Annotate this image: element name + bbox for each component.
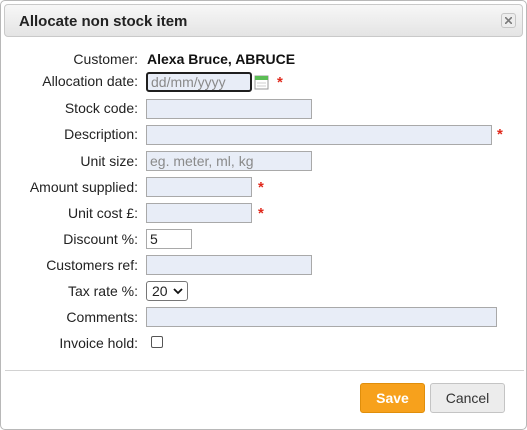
stock-code-label: Stock code: bbox=[64, 100, 138, 116]
allocate-dialog: Allocate non stock item Customer: Alexa … bbox=[0, 0, 527, 430]
discount-label: Discount %: bbox=[63, 231, 138, 247]
close-button[interactable] bbox=[501, 13, 516, 28]
invoice-hold-label: Invoice hold: bbox=[59, 335, 138, 351]
tax-rate-value: 20 bbox=[152, 283, 168, 299]
cancel-button[interactable]: Cancel bbox=[430, 383, 505, 413]
allocation-date-input[interactable] bbox=[146, 72, 252, 92]
dialog-titlebar: Allocate non stock item bbox=[4, 4, 523, 37]
save-button[interactable]: Save bbox=[360, 383, 425, 413]
amount-supplied-input[interactable] bbox=[146, 177, 252, 197]
description-label: Description: bbox=[64, 126, 138, 142]
customer-label: Customer: bbox=[73, 51, 138, 67]
customer-value: Alexa Bruce, ABRUCE bbox=[147, 51, 296, 67]
chevron-down-icon bbox=[173, 288, 183, 295]
close-icon bbox=[505, 17, 512, 24]
required-marker: * bbox=[277, 74, 283, 91]
customers-ref-label: Customers ref: bbox=[46, 257, 138, 273]
comments-label: Comments: bbox=[66, 309, 138, 325]
comments-input[interactable] bbox=[146, 307, 497, 327]
unit-cost-label: Unit cost £: bbox=[67, 205, 138, 221]
required-marker: * bbox=[258, 179, 264, 196]
allocation-date-label: Allocation date: bbox=[42, 73, 138, 89]
calendar-icon[interactable] bbox=[254, 74, 270, 91]
discount-input[interactable] bbox=[146, 229, 192, 249]
customers-ref-input[interactable] bbox=[146, 255, 312, 275]
footer-divider bbox=[5, 370, 524, 371]
dialog-title: Allocate non stock item bbox=[19, 13, 188, 30]
invoice-hold-checkbox[interactable] bbox=[151, 336, 163, 348]
tax-rate-select[interactable]: 20 bbox=[146, 281, 188, 301]
stock-code-input[interactable] bbox=[146, 99, 312, 119]
unit-size-label: Unit size: bbox=[80, 153, 138, 169]
required-marker: * bbox=[258, 205, 264, 222]
unit-size-input[interactable] bbox=[146, 151, 312, 171]
required-marker: * bbox=[497, 126, 503, 143]
tax-rate-label: Tax rate %: bbox=[67, 283, 138, 299]
amount-supplied-label: Amount supplied: bbox=[29, 179, 138, 195]
unit-cost-input[interactable] bbox=[146, 203, 252, 223]
description-input[interactable] bbox=[146, 125, 492, 145]
